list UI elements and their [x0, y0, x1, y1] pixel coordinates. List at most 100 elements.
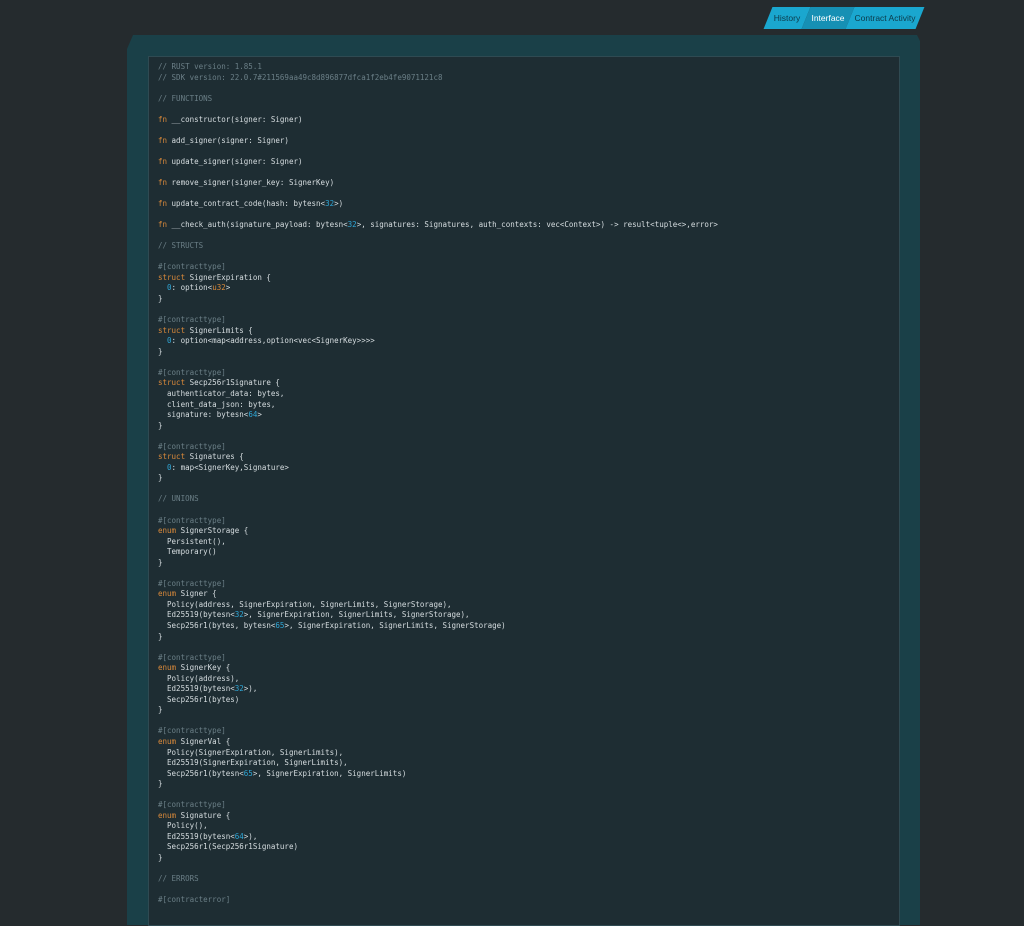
code-token: enum — [158, 737, 177, 746]
code-line: Policy(address, SignerExpiration, Signer… — [158, 600, 893, 611]
code-token: #[contracttype] — [158, 315, 226, 325]
code-token: #[contracterror] — [158, 895, 231, 905]
code-line: enum SignerVal { — [158, 737, 893, 748]
tab-label: Contract Activity — [854, 13, 916, 23]
code-line: #[contracttype] — [158, 516, 893, 527]
code-token: struct — [158, 378, 186, 388]
code-line: // FUNCTIONS — [158, 94, 893, 105]
code-token: struct — [158, 272, 186, 282]
code-line: enum SignerStorage { — [158, 526, 893, 537]
code-token: #[contracttype] — [158, 515, 226, 525]
code-token: } — [158, 420, 163, 430]
code-token: : option< — [171, 283, 213, 293]
code-token: #[contracttype] — [158, 441, 226, 451]
tab-label: Interface — [811, 13, 845, 23]
code-line: #[contracttype] — [158, 579, 893, 590]
code-line: Secp256r1(bytesn<65>, SignerExpiration, … — [158, 769, 893, 780]
code-line: } — [158, 473, 893, 484]
code-line: Policy(address), — [158, 674, 893, 685]
code-token: fn — [158, 220, 168, 230]
code-token: Secp256r1(bytes, bytesn< — [158, 620, 276, 630]
code-token: struct — [158, 325, 186, 335]
code-token: 64 — [234, 831, 244, 841]
code-token: remove_signer(signer_key: SignerKey) — [167, 178, 335, 188]
code-line: Ed25519(bytesn<32>, SignerExpiration, Si… — [158, 610, 893, 621]
code-token: Policy(address), — [158, 673, 240, 683]
code-token: fn — [158, 114, 168, 124]
code-line: Ed25519(SignerExpiration, SignerLimits), — [158, 758, 893, 769]
code-line: } — [158, 421, 893, 432]
code-token: #[contracttype] — [158, 652, 226, 662]
code-token: > — [257, 410, 262, 420]
code-token: Persistent(), — [158, 536, 226, 546]
code-line: 0: option<map<address,option<vec<SignerK… — [158, 336, 893, 347]
code-token: // SDK version: 22.0.7#211569aa49c8d8968… — [158, 72, 443, 82]
code-token: fn — [158, 156, 168, 166]
tab-history[interactable]: History — [763, 7, 811, 29]
code-token: #[contracttype] — [158, 726, 226, 736]
code-token: fn — [158, 135, 168, 145]
code-line: Temporary() — [158, 547, 893, 558]
code-token: Secp256r1(bytesn< — [158, 768, 244, 778]
code-token: // STRUCTS — [158, 241, 204, 251]
code-token: __check_auth(signature_payload: bytesn< — [167, 220, 348, 230]
code-line: fn add_signer(signer: Signer) — [158, 136, 893, 147]
code-line: Secp256r1(Secp256r1Signature) — [158, 842, 893, 853]
code-token: struct — [158, 452, 186, 462]
code-token: Ed25519(SignerExpiration, SignerLimits), — [158, 758, 348, 768]
code-token: Ed25519(bytesn< — [158, 684, 235, 694]
code-token: Signer { — [176, 589, 217, 599]
code-token: SignerLimits { — [185, 325, 253, 335]
code-line: // STRUCTS — [158, 241, 893, 252]
code-token: >, SignerExpiration, SignerLimits, Signe… — [284, 620, 506, 630]
code-line: Secp256r1(bytes) — [158, 695, 893, 706]
code-token: Policy(address, SignerExpiration, Signer… — [158, 599, 452, 609]
code-token: // FUNCTIONS — [158, 93, 213, 103]
code-token: Signature { — [176, 810, 231, 820]
code-token: Secp256r1(bytes) — [158, 694, 240, 704]
code-token: Temporary() — [158, 547, 217, 557]
code-token: Signatures { — [185, 452, 244, 462]
code-token: } — [158, 853, 163, 863]
code-token: >, SignerExpiration, SignerLimits) — [252, 768, 407, 778]
code-line: fn __check_auth(signature_payload: bytes… — [158, 220, 893, 231]
tab-interface[interactable]: Interface — [801, 7, 855, 29]
code-line: fn remove_signer(signer_key: SignerKey) — [158, 178, 893, 189]
code-line: Ed25519(bytesn<64>), — [158, 832, 893, 843]
code-token: } — [158, 779, 163, 789]
code-line: fn update_contract_code(hash: bytesn<32>… — [158, 199, 893, 210]
code-token: __constructor(signer: Signer) — [167, 114, 303, 124]
code-token: : option<map<address,option<vec<SignerKe… — [171, 336, 375, 346]
code-line: fn update_signer(signer: Signer) — [158, 157, 893, 168]
code-line: Persistent(), — [158, 537, 893, 548]
code-token: enum — [158, 663, 177, 673]
code-token: enum — [158, 526, 177, 536]
code-token: update_signer(signer: Signer) — [167, 156, 303, 166]
code-line: #[contracttype] — [158, 262, 893, 273]
code-token: SignerExpiration { — [185, 272, 271, 282]
code-line: } — [158, 558, 893, 569]
code-token: Ed25519(bytesn< — [158, 610, 235, 620]
code-line: // ERRORS — [158, 874, 893, 885]
code-line: Secp256r1(bytes, bytesn<65>, SignerExpir… — [158, 621, 893, 632]
code-token: add_signer(signer: Signer) — [167, 135, 289, 145]
code-line: #[contracttype] — [158, 800, 893, 811]
code-line: } — [158, 347, 893, 358]
code-token: update_contract_code(hash: bytesn< — [167, 199, 326, 209]
code-line: } — [158, 632, 893, 643]
tab-contract-activity[interactable]: Contract Activity — [845, 7, 925, 29]
code-line: Policy(), — [158, 821, 893, 832]
